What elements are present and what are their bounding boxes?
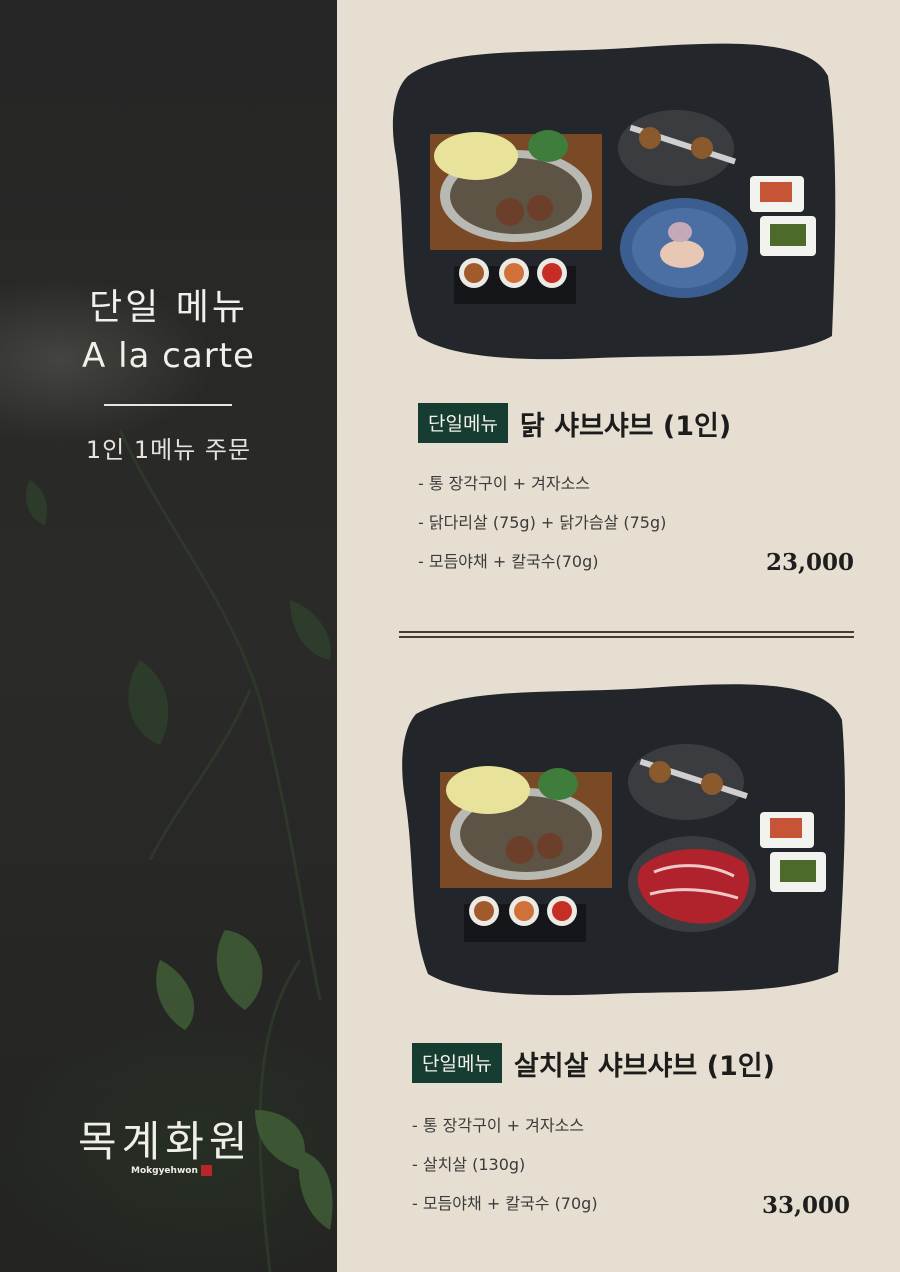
menu-title-english: A la carte (82, 336, 255, 376)
detail-line: - 닭다리살 (75g) + 닭가슴살 (75g) (418, 513, 667, 532)
menu-item-heading: 단일메뉴 닭 샤브샤브 (1인) (418, 403, 731, 443)
order-rule-text: 1인 1메뉴 주문 (85, 436, 252, 464)
beef-shabu-photo (398, 672, 848, 1002)
detail-line: - 살치살 (130g) (412, 1155, 526, 1174)
brand-logo: 목계화원 (78, 1117, 253, 1166)
chicken-shabu-photo (388, 36, 838, 366)
menu-item-price: 23,000 (766, 549, 855, 576)
menu-item-name: 살치살 샤브샤브 (1인) (513, 1050, 775, 1082)
detail-line: - 모듬야채 + 칼국수(70g) (418, 552, 599, 571)
single-menu-tag: 단일메뉴 (412, 1043, 502, 1083)
brand-english: Mokgyehwon (131, 1165, 212, 1176)
brand-english-label: Mokgyehwon (131, 1165, 198, 1176)
menu-item-details: - 통 장각구이 + 겨자소스 - 살치살 (130g) - 모듬야채 + 칼국… (412, 1115, 598, 1232)
menu-item-price: 33,000 (762, 1192, 851, 1219)
detail-line: - 통 장각구이 + 겨자소스 (412, 1116, 585, 1135)
detail-line: - 통 장각구이 + 겨자소스 (418, 474, 591, 493)
single-menu-tag: 단일메뉴 (418, 403, 508, 443)
detail-line: - 모듬야채 + 칼국수 (70g) (412, 1194, 598, 1213)
menu-item-heading: 단일메뉴 살치살 샤브샤브 (1인) (412, 1043, 775, 1083)
leaf-decoration (25, 429, 333, 1272)
section-divider (399, 631, 854, 638)
menu-item-name: 닭 샤브샤브 (1인) (519, 410, 732, 442)
left-panel: 단일 메뉴 A la carte 1인 1메뉴 주문 목계화원 Mokgyehw… (0, 0, 337, 1272)
menu-item-details: - 통 장각구이 + 겨자소스 - 닭다리살 (75g) + 닭가슴살 (75g… (418, 473, 666, 590)
menu-title-korean: 단일 메뉴 (89, 287, 248, 328)
seal-icon (200, 1165, 212, 1176)
title-divider (104, 404, 232, 406)
